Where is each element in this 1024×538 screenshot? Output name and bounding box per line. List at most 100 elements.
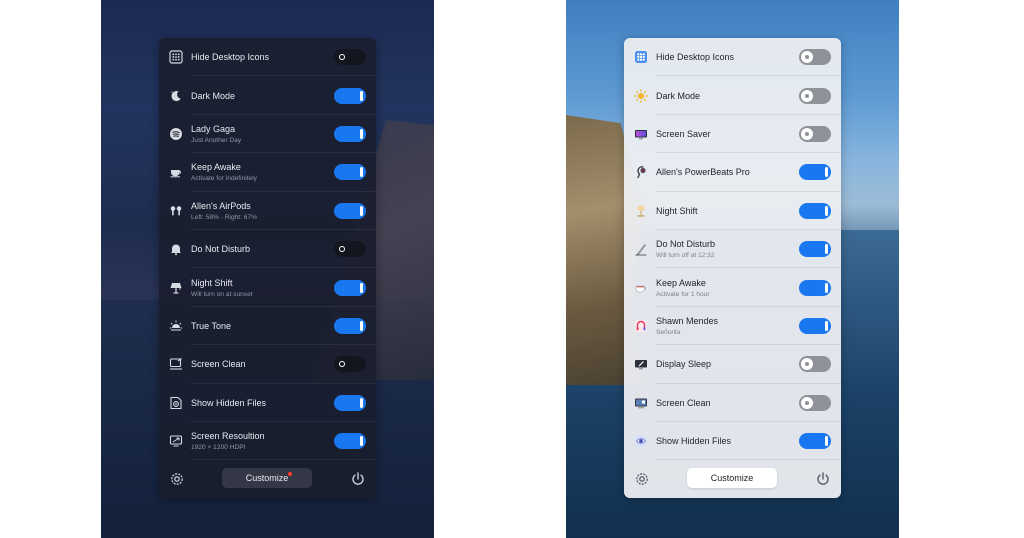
- row-title: Screen Clean: [656, 397, 711, 408]
- row-title: Dark Mode: [656, 90, 701, 101]
- toggle-knob: [360, 167, 363, 178]
- toggle-switch[interactable]: [799, 394, 831, 411]
- row-subtitle: Will turn on at sunset: [191, 290, 253, 298]
- toggle-switch[interactable]: [334, 356, 366, 373]
- toggle-switch[interactable]: [799, 125, 831, 142]
- toggle-switch[interactable]: [334, 241, 366, 258]
- toggle-row[interactable]: Hide Desktop Icons: [159, 38, 376, 77]
- toggle-row[interactable]: Screen Clean: [159, 345, 376, 384]
- screen-saver-icon: [633, 126, 649, 142]
- toggle-knob: [801, 358, 813, 371]
- toggle-row[interactable]: Keep Awake Activate for 1 hour: [624, 268, 841, 307]
- toggle-switch[interactable]: [334, 279, 366, 296]
- toggle-row[interactable]: Shawn Mendes Señorita: [624, 307, 841, 346]
- row-texts: Screen Clean: [656, 384, 793, 422]
- moon-pencil-icon: [633, 241, 649, 257]
- toggle-knob: [801, 89, 813, 102]
- toggle-row[interactable]: True Tone: [159, 307, 376, 346]
- toggle-switch[interactable]: [334, 49, 366, 66]
- row-subtitle: Activate for indefinitely: [191, 175, 257, 183]
- toggle-knob: [360, 128, 363, 139]
- toggle-row[interactable]: Dark Mode: [159, 76, 376, 115]
- toggle-row[interactable]: Night Shift: [624, 192, 841, 230]
- row-texts: Keep Awake Activate for 1 hour: [656, 268, 793, 306]
- toggle-knob: [336, 358, 348, 371]
- toggle-switch[interactable]: [799, 164, 831, 181]
- toggle-row[interactable]: Screen Saver: [624, 115, 841, 154]
- toggle-row[interactable]: Do Not Disturb: [159, 230, 376, 269]
- toggle-row[interactable]: Night Shift Will turn on at sunset: [159, 268, 376, 307]
- row-texts: Hide Desktop Icons: [656, 38, 793, 76]
- toggle-knob: [801, 51, 813, 64]
- toggle-switch[interactable]: [334, 125, 366, 142]
- lamp-icon: [633, 203, 649, 219]
- row-title: Show Hidden Files: [656, 436, 732, 447]
- moon-icon: [168, 88, 184, 104]
- toggle-switch[interactable]: [799, 433, 831, 450]
- toggle-row[interactable]: Allen's AirPods Left: 58% - Right: 67%: [159, 192, 376, 230]
- toggle-switch[interactable]: [799, 202, 831, 219]
- row-texts: Screen Saver: [656, 115, 793, 153]
- gear-icon[interactable]: [169, 471, 185, 487]
- toggle-switch[interactable]: [799, 49, 831, 66]
- toggle-switch[interactable]: [799, 87, 831, 104]
- coffee-cup-icon: [633, 280, 649, 296]
- row-title: Lady Gaga: [191, 123, 236, 134]
- toggle-switch[interactable]: [334, 202, 366, 219]
- customize-button-label: Customize: [710, 473, 754, 483]
- customize-button-label: Customize: [245, 473, 289, 483]
- row-texts: Screen Clean: [191, 345, 328, 383]
- toggle-row[interactable]: Display Sleep: [624, 345, 841, 384]
- power-icon[interactable]: [815, 471, 831, 487]
- dark-menu-panel: Hide Desktop Icons Dark Mode Lady Gaga Just…: [159, 38, 376, 498]
- toggle-knob: [336, 51, 348, 64]
- customize-button[interactable]: Customize: [687, 468, 777, 488]
- row-texts: Hide Desktop Icons: [191, 38, 328, 76]
- notification-badge: [288, 472, 292, 476]
- toggle-row[interactable]: Dark Mode: [624, 76, 841, 115]
- row-subtitle: Will turn off at 12:32: [656, 252, 715, 260]
- toggle-row[interactable]: Allen's PowerBeats Pro: [624, 153, 841, 192]
- customize-button[interactable]: Customize: [222, 468, 312, 488]
- sun-icon: [168, 318, 184, 334]
- row-title: Shawn Mendes: [656, 315, 719, 326]
- desktop-grid-icon: [633, 49, 649, 65]
- toggle-switch[interactable]: [334, 394, 366, 411]
- toggle-row[interactable]: Hide Desktop Icons: [624, 38, 841, 77]
- row-title: Screen Resoultion: [191, 431, 265, 442]
- toggle-switch[interactable]: [334, 164, 366, 181]
- toggle-switch[interactable]: [799, 356, 831, 373]
- toggle-row[interactable]: Screen Resoultion 1920 × 1200 HDPI: [159, 422, 376, 461]
- screen-clean-icon: [168, 356, 184, 372]
- bell-icon: [168, 241, 184, 257]
- toggle-switch[interactable]: [334, 317, 366, 334]
- row-texts: Shawn Mendes Señorita: [656, 307, 793, 345]
- light-menu-panel: Hide Desktop Icons Dark Mode Screen Saver A…: [624, 38, 841, 498]
- toggle-knob: [825, 436, 828, 447]
- toggle-switch[interactable]: [799, 241, 831, 258]
- row-title: Hide Desktop Icons: [656, 52, 735, 63]
- screen-clean-icon: [633, 395, 649, 411]
- toggle-switch[interactable]: [334, 433, 366, 450]
- row-texts: Display Sleep: [656, 345, 793, 383]
- row-texts: Do Not Disturb Will turn off at 12:32: [656, 230, 793, 268]
- music-icon: [633, 318, 649, 334]
- row-texts: Screen Resoultion 1920 × 1200 HDPI: [191, 422, 328, 460]
- row-subtitle: Just Another Day: [191, 136, 242, 144]
- toggle-row[interactable]: Show Hidden Files: [159, 384, 376, 422]
- toggle-switch[interactable]: [799, 317, 831, 334]
- row-title: Display Sleep: [656, 359, 712, 370]
- toggle-knob: [825, 320, 828, 331]
- power-icon[interactable]: [350, 471, 366, 487]
- toggle-row[interactable]: Show Hidden Files: [624, 422, 841, 461]
- row-texts: Allen's AirPods Left: 58% - Right: 67%: [191, 192, 328, 230]
- row-title: Allen's PowerBeats Pro: [656, 167, 750, 178]
- toggle-switch[interactable]: [334, 87, 366, 104]
- gear-icon[interactable]: [634, 471, 650, 487]
- toggle-row[interactable]: Keep Awake Activate for indefinitely: [159, 153, 376, 192]
- toggle-row[interactable]: Screen Clean: [624, 384, 841, 422]
- toggle-switch[interactable]: [799, 279, 831, 296]
- toggle-row[interactable]: Lady Gaga Just Another Day: [159, 115, 376, 154]
- toggle-knob: [360, 205, 363, 216]
- toggle-row[interactable]: Do Not Disturb Will turn off at 12:32: [624, 230, 841, 269]
